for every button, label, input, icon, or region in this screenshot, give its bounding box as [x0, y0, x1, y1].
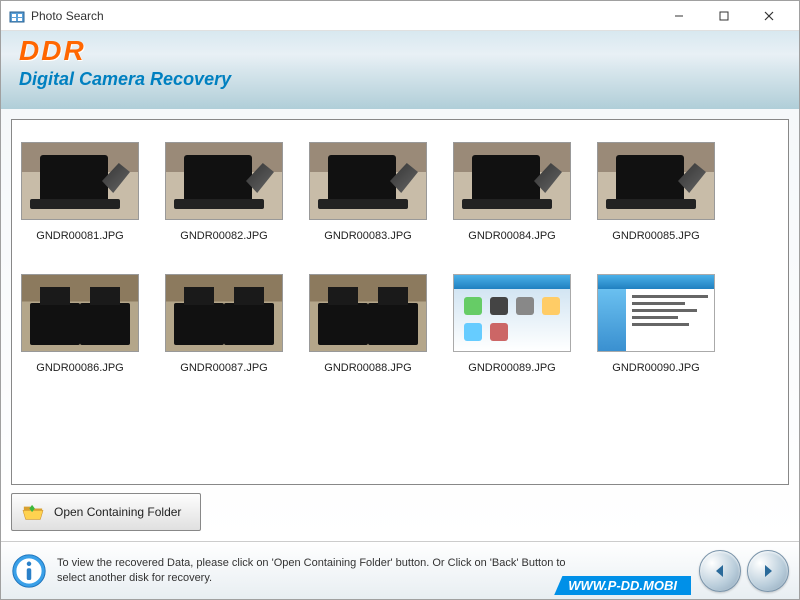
window-title: Photo Search	[31, 9, 656, 23]
thumbnail-item[interactable]: GNDR00081.JPG	[20, 142, 140, 242]
thumbnail-item[interactable]: GNDR00088.JPG	[308, 274, 428, 374]
thumbnail-image	[453, 274, 571, 352]
thumbnail-image	[453, 142, 571, 220]
close-button[interactable]	[746, 2, 791, 30]
thumbnail-item[interactable]: GNDR00090.JPG	[596, 274, 716, 374]
open-folder-label: Open Containing Folder	[54, 505, 181, 519]
thumbnail-image	[165, 274, 283, 352]
titlebar: Photo Search	[1, 1, 799, 31]
thumbnail-filename: GNDR00085.JPG	[612, 230, 699, 242]
thumbnail-image	[597, 142, 715, 220]
open-containing-folder-button[interactable]: Open Containing Folder	[11, 493, 201, 531]
thumbnail-item[interactable]: GNDR00086.JPG	[20, 274, 140, 374]
thumbnail-item[interactable]: GNDR00084.JPG	[452, 142, 572, 242]
window-controls	[656, 2, 791, 30]
thumbnail-grid[interactable]: GNDR00081.JPG GNDR00082.JPG GNDR00083.JPG G…	[11, 119, 789, 485]
thumbnail-filename: GNDR00086.JPG	[36, 362, 123, 374]
app-window: Photo Search DDR Digital Camera Recovery…	[0, 0, 800, 600]
thumbnail-filename: GNDR00082.JPG	[180, 230, 267, 242]
brand-subtitle: Digital Camera Recovery	[19, 69, 781, 90]
thumbnail-item[interactable]: GNDR00087.JPG	[164, 274, 284, 374]
thumbnail-item[interactable]: GNDR00083.JPG	[308, 142, 428, 242]
thumbnail-filename: GNDR00083.JPG	[324, 230, 411, 242]
thumbnail-image	[597, 274, 715, 352]
banner: DDR Digital Camera Recovery	[1, 31, 799, 109]
thumbnail-filename: GNDR00084.JPG	[468, 230, 555, 242]
thumbnail-image	[309, 142, 427, 220]
thumbnail-item[interactable]: GNDR00082.JPG	[164, 142, 284, 242]
brand-logo: DDR	[19, 35, 781, 67]
website-badge: WWW.P-DD.MOBI	[554, 576, 691, 595]
thumbnail-filename: GNDR00089.JPG	[468, 362, 555, 374]
thumbnail-filename: GNDR00088.JPG	[324, 362, 411, 374]
thumbnail-image	[21, 142, 139, 220]
content-area: GNDR00081.JPG GNDR00082.JPG GNDR00083.JPG G…	[1, 109, 799, 541]
thumbnail-filename: GNDR00081.JPG	[36, 230, 123, 242]
maximize-button[interactable]	[701, 2, 746, 30]
info-icon	[11, 553, 47, 589]
status-bar: To view the recovered Data, please click…	[1, 541, 799, 599]
thumbnail-item[interactable]: GNDR00085.JPG	[596, 142, 716, 242]
minimize-button[interactable]	[656, 2, 701, 30]
thumbnail-image	[165, 142, 283, 220]
thumbnail-filename: GNDR00090.JPG	[612, 362, 699, 374]
app-icon	[9, 8, 25, 24]
thumbnail-image	[309, 274, 427, 352]
folder-open-icon	[22, 503, 44, 521]
thumbnail-item[interactable]: GNDR00089.JPG	[452, 274, 572, 374]
thumbnail-image	[21, 274, 139, 352]
nav-buttons	[699, 550, 789, 592]
thumbnail-filename: GNDR00087.JPG	[180, 362, 267, 374]
back-button[interactable]	[699, 550, 741, 592]
forward-button[interactable]	[747, 550, 789, 592]
